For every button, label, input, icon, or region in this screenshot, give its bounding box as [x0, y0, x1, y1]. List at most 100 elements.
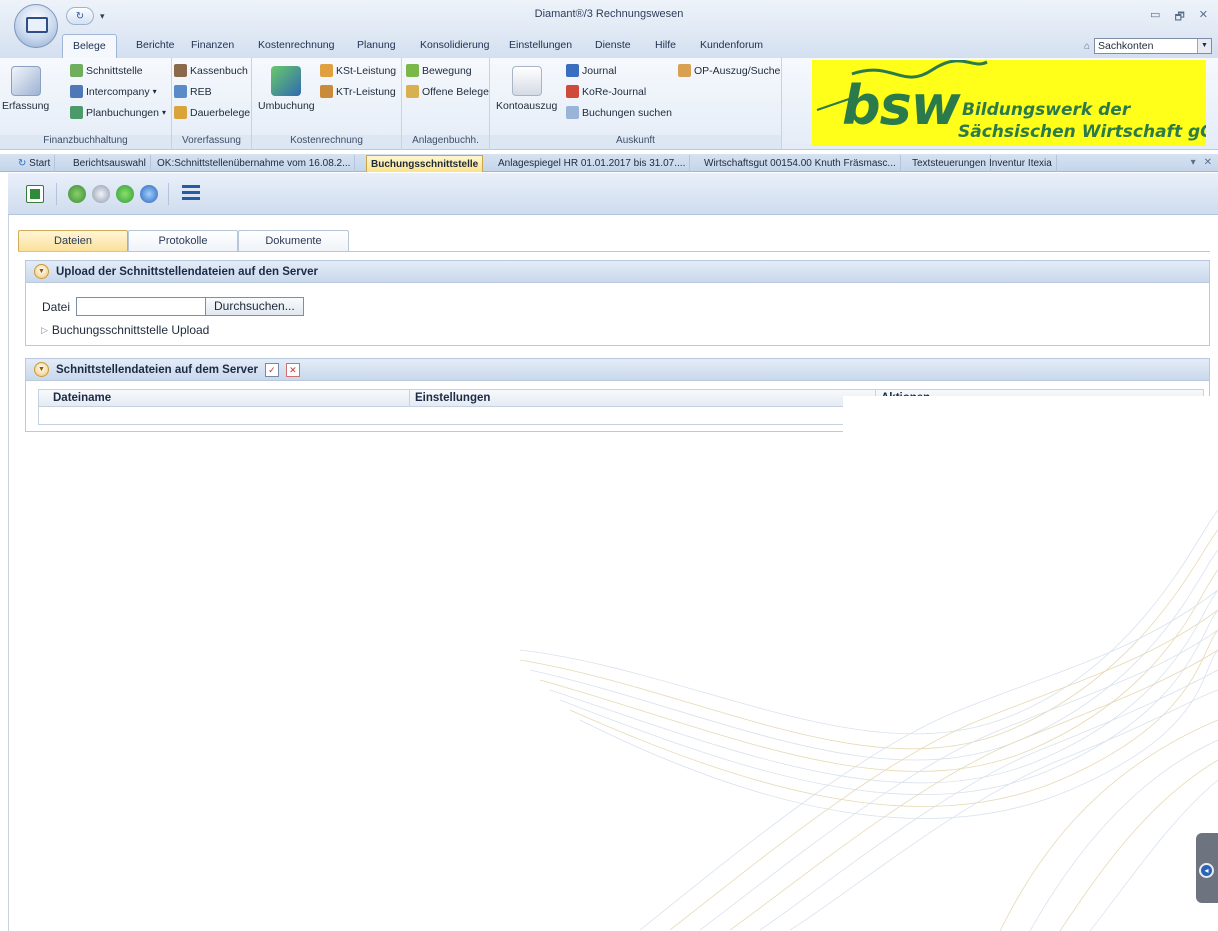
frame-border: [8, 215, 9, 931]
upload-link[interactable]: ▷ Buchungsschnittstelle Upload: [41, 323, 209, 337]
dropdown-arrow-icon[interactable]: ▾: [162, 108, 166, 117]
tab-dateien[interactable]: Dateien: [18, 230, 128, 252]
group-label: Finanzbuchhaltung: [0, 135, 171, 149]
tab-berichte[interactable]: Berichte: [136, 39, 175, 51]
tab-list-icon[interactable]: ▾: [1191, 157, 1196, 168]
application-menu-button[interactable]: [14, 4, 58, 48]
excel-export-icon[interactable]: [26, 185, 44, 203]
reb-button[interactable]: REB: [174, 85, 212, 98]
help-icon[interactable]: [116, 185, 134, 203]
restore-icon[interactable]: 🗗: [1174, 8, 1184, 27]
search-scope-select[interactable]: Sachkonten ▼: [1094, 38, 1212, 54]
op-auszug-button[interactable]: OP-Auszug/Suche: [678, 64, 780, 77]
server-panel-header[interactable]: ▼ Schnittstellendateien auf dem Server ✓…: [26, 359, 1209, 381]
offene-belege-button[interactable]: Offene Belege: [406, 85, 489, 98]
ribbon-search: ⌂ Sachkonten ▼: [1084, 38, 1212, 54]
offene-belege-icon: [406, 85, 419, 98]
planbuchungen-button[interactable]: Planbuchungen ▾: [70, 106, 166, 119]
minimize-icon[interactable]: ▭: [1150, 8, 1160, 27]
browse-button[interactable]: Durchsuchen...: [206, 297, 304, 316]
side-panel-handle[interactable]: ◂: [1196, 833, 1218, 903]
select-all-icon[interactable]: ✓: [264, 362, 279, 377]
tab-dienste[interactable]: Dienste: [595, 39, 631, 51]
buchungen-suchen-button[interactable]: Buchungen suchen: [566, 106, 672, 119]
erfassung-button[interactable]: Erfassung: [2, 66, 49, 112]
schnittstelle-icon: [70, 64, 83, 77]
dropdown-arrow-icon[interactable]: ▾: [153, 87, 157, 96]
doc-tab-start[interactable]: ↻ Start: [14, 155, 56, 172]
document-toolbar: [8, 173, 1218, 215]
collapse-ribbon-icon[interactable]: ⌂: [1084, 41, 1090, 52]
kore-journal-icon: [566, 85, 579, 98]
ktr-leistung-button[interactable]: KTr-Leistung: [320, 85, 396, 98]
toolbar-separator: [56, 183, 57, 205]
kst-leistung-button[interactable]: KSt-Leistung: [320, 64, 396, 77]
dauerbelege-button[interactable]: Dauerbelege: [174, 106, 250, 119]
intercompany-icon: [70, 85, 83, 98]
doc-tab-wirtschaftsgut[interactable]: Wirtschaftsgut 00154.00 Knuth Fräsmasc..…: [700, 155, 901, 172]
tab-kundenforum[interactable]: Kundenforum: [700, 39, 763, 51]
tab-finanzen[interactable]: Finanzen: [191, 39, 234, 51]
tab-konsolidierung[interactable]: Konsolidierung: [420, 39, 489, 51]
logo-line-2: Sächsischen Wirtschaft gGmbH: [958, 122, 1206, 142]
op-auszug-icon: [678, 64, 691, 77]
kassenbuch-button[interactable]: Kassenbuch: [174, 64, 248, 77]
doc-tab-berichtsauswahl[interactable]: Berichtsauswahl: [69, 155, 151, 172]
tab-kostenrechnung[interactable]: Kostenrechnung: [258, 39, 334, 51]
journal-button[interactable]: Journal: [566, 64, 616, 77]
print-icon[interactable]: [92, 185, 110, 203]
delete-icon[interactable]: ✕: [285, 362, 300, 377]
tab-hilfe[interactable]: Hilfe: [655, 39, 676, 51]
column-divider: [409, 390, 410, 407]
toolbar-separator: [168, 183, 169, 205]
group-label: Vorerfassung: [172, 135, 251, 149]
collapse-icon[interactable]: ▼: [34, 362, 49, 377]
column-einstellungen[interactable]: Einstellungen: [415, 392, 490, 404]
bewegung-button[interactable]: Bewegung: [406, 64, 472, 77]
file-picker: Durchsuchen...: [76, 297, 304, 316]
schnittstelle-label: Schnittstelle: [86, 64, 143, 77]
intercompany-label: Intercompany: [86, 85, 150, 98]
close-tab-icon[interactable]: ✕: [1204, 157, 1212, 168]
kontoauszug-button[interactable]: Kontoauszug: [496, 66, 557, 112]
file-path-input[interactable]: [76, 297, 207, 316]
refresh-icon[interactable]: [68, 185, 86, 203]
group-vorerfassung: Kassenbuch REB Dauerbelege Vorerfassung: [172, 58, 252, 150]
tab-einstellungen[interactable]: Einstellungen: [509, 39, 572, 51]
globe-icon[interactable]: [140, 185, 158, 203]
upload-panel-header[interactable]: ▼ Upload der Schnittstellendateien auf d…: [26, 261, 1209, 283]
group-label: Auskunft: [490, 135, 781, 149]
expand-icon[interactable]: ◂: [1199, 863, 1214, 878]
schnittstelle-button[interactable]: Schnittstelle: [70, 64, 143, 77]
journal-icon: [566, 64, 579, 77]
chevron-down-icon[interactable]: ▼: [1197, 39, 1211, 53]
doc-tab-schnittstellenuebernahme[interactable]: OK:Schnittstellenübernahme vom 16.08.2..…: [153, 155, 356, 172]
tab-protokolle[interactable]: Protokolle: [128, 230, 238, 252]
op-auszug-label: OP-Auszug/Suche: [694, 64, 781, 77]
collapse-icon[interactable]: ▼: [34, 264, 49, 279]
close-icon[interactable]: ✕: [1199, 8, 1208, 27]
doc-tab-inventur-itexia[interactable]: Inventur Itexia: [985, 155, 1057, 172]
ktr-leistung-icon: [320, 85, 333, 98]
doc-tab-textsteuerungen[interactable]: Textsteuerungen: [908, 155, 991, 172]
offene-belege-label: Offene Belege: [422, 85, 489, 98]
column-dateiname[interactable]: Dateiname: [53, 392, 111, 404]
doc-tab-anlagespiegel[interactable]: Anlagespiegel HR 01.01.2017 bis 31.07...…: [494, 155, 691, 172]
kore-journal-button[interactable]: KoRe-Journal: [566, 85, 646, 98]
dauerbelege-icon: [174, 106, 187, 119]
kst-leistung-label: KSt-Leistung: [336, 64, 397, 77]
tab-planung[interactable]: Planung: [357, 39, 396, 51]
doc-tab-buchungsschnittstelle[interactable]: Buchungsschnittstelle: [366, 155, 484, 172]
kassenbuch-icon: [174, 64, 187, 77]
upload-panel-title: Upload der Schnittstellendateien auf den…: [56, 265, 319, 278]
umbuchung-button[interactable]: Umbuchung: [258, 66, 315, 112]
group-anlagenbuchhaltung: Bewegung Offene Belege Anlagenbuchh.: [402, 58, 490, 150]
menu-lines-icon[interactable]: [182, 185, 200, 203]
home-icon: ↻: [18, 158, 27, 169]
chevron-right-icon: ▷: [41, 324, 48, 335]
tab-dokumente[interactable]: Dokumente: [238, 230, 349, 252]
kontoauszug-label: Kontoauszug: [496, 100, 558, 112]
tab-belege[interactable]: Belege: [62, 34, 117, 58]
intercompany-button[interactable]: Intercompany ▾: [70, 85, 157, 98]
document-tabs: ↻ Start Berichtsauswahl OK:Schnittstelle…: [0, 154, 1218, 172]
